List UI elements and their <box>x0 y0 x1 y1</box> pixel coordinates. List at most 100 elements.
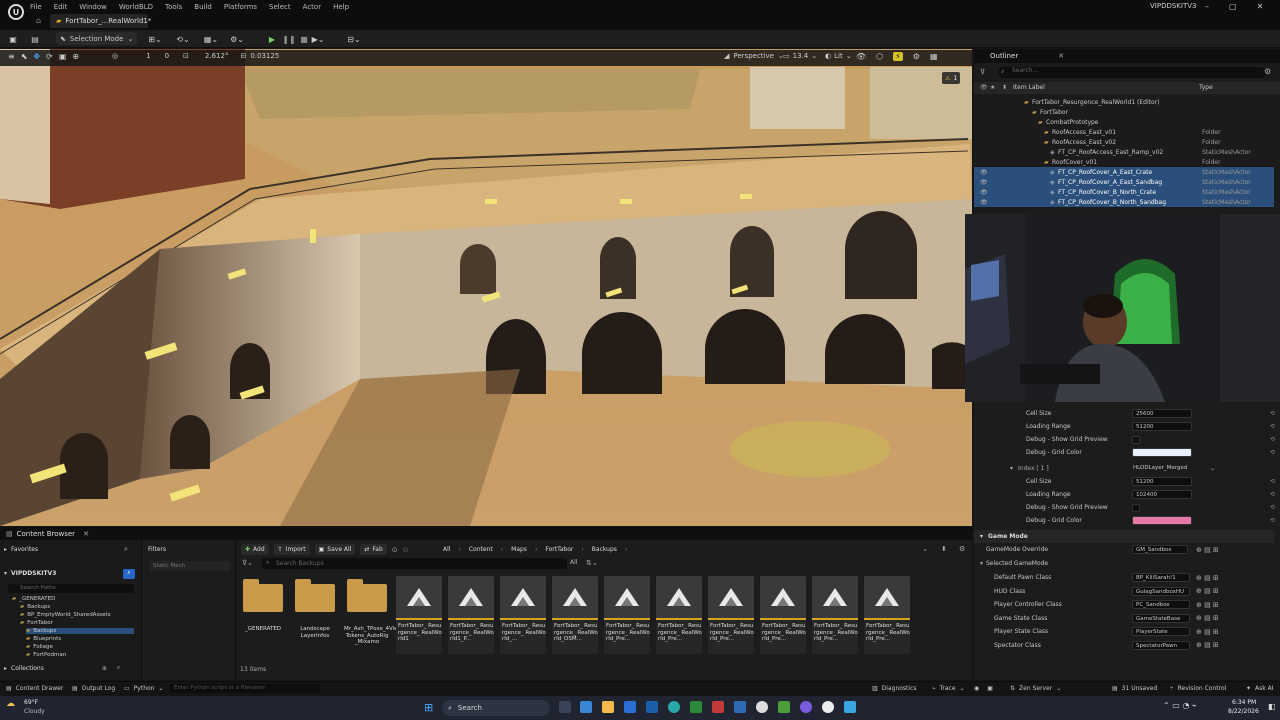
build-icon[interactable]: ⚙⌄ <box>228 32 246 46</box>
level-asset-tile[interactable]: FortTabor_ Resurgence_ RealWorld_Pre... <box>708 576 754 654</box>
blueprint-icon[interactable]: ⟲⌄ <box>174 32 192 46</box>
filter-icon[interactable]: ⊽⌄ <box>242 559 253 567</box>
level-asset-tile[interactable]: FortTabor_ Resurgence_ RealWorld1_P... <box>448 576 494 654</box>
add-collection-icon[interactable]: ⊕ <box>102 665 107 672</box>
class-value[interactable]: PC_Sandbox <box>1132 600 1190 609</box>
content-browser-tab[interactable]: ▤ Content Browser ✕ <box>0 527 972 540</box>
search-icon[interactable]: ⌕ <box>123 569 135 579</box>
grid-snap-value[interactable]: 1 <box>146 52 150 60</box>
class-value[interactable]: BP_KillSarah!1 <box>1132 573 1190 582</box>
menu-platforms[interactable]: Platforms <box>224 3 257 11</box>
settings-icon[interactable]: ⚙ <box>1264 67 1271 76</box>
breadcrumb-item[interactable]: FortTabor <box>545 546 573 553</box>
calculator-icon[interactable] <box>844 701 856 713</box>
file-explorer-icon[interactable] <box>602 701 614 713</box>
weather-icon[interactable]: ☁ <box>6 699 15 709</box>
browse-icon[interactable]: ⊕ ▤ ⊞ <box>1196 546 1219 554</box>
lock-icon[interactable]: ⬍ <box>1002 84 1007 91</box>
xbox-icon[interactable] <box>690 701 702 713</box>
class-value[interactable]: GameStateBase <box>1132 613 1190 623</box>
menu-file[interactable]: File <box>30 3 42 11</box>
scale-snap-icon[interactable]: ⊡ <box>183 52 189 60</box>
copilot-icon[interactable] <box>580 701 592 713</box>
history-back-icon[interactable]: ⊙ <box>392 546 398 554</box>
settings-icon[interactable]: ⚙ <box>959 545 965 553</box>
search-scope[interactable]: All <box>570 559 577 566</box>
lit-dropdown[interactable]: ◐ Lit ⌄ <box>825 52 852 60</box>
menu-window[interactable]: Window <box>79 3 107 11</box>
python-dropdown[interactable]: ▭ Python ⌄ <box>124 685 164 692</box>
play-options-icon[interactable]: ▶⌄ <box>311 32 325 46</box>
property-value[interactable]: 51200 <box>1132 477 1192 486</box>
folder-tree-item[interactable]: ▰ Backups <box>26 628 134 634</box>
level-asset-tile[interactable]: FortTabor_ Resurgence_ RealWorld_Pre... <box>864 576 910 654</box>
outliner-row[interactable]: ▰ FortTabor_Resurgence_RealWorld1 (Editor… <box>974 97 1274 107</box>
col-type[interactable]: Type <box>1199 84 1213 91</box>
folder-tree-item[interactable]: ▰ FortTabor <box>20 620 53 626</box>
grid-color-swatch[interactable] <box>1132 516 1192 525</box>
fab-button[interactable]: ⇄ Fab <box>360 544 387 555</box>
selection-mode-dropdown[interactable]: ⬉ Selection Mode ⌄ <box>56 32 138 45</box>
platforms-icon[interactable]: ⊟⌄ <box>346 32 362 46</box>
cinematics-icon[interactable]: ▦⌄ <box>202 32 220 46</box>
realtime-icon[interactable]: ⬡ <box>876 52 883 61</box>
search-paths-input[interactable]: Search Paths <box>8 584 134 593</box>
visibility-icon[interactable]: 👁 <box>980 84 988 91</box>
breadcrumb-item[interactable]: Backups <box>592 546 617 553</box>
office-icon[interactable] <box>712 701 724 713</box>
history-forward-icon[interactable]: ⊙ <box>403 546 409 554</box>
edge-icon[interactable] <box>668 701 680 713</box>
reset-icon[interactable]: ⟲ <box>1270 504 1275 511</box>
folder-tile[interactable]: Mr_Ash_TPose_4View_2K_Skin Tokens_AutoRi… <box>344 576 426 654</box>
property-value[interactable]: 51200 <box>1132 422 1192 431</box>
import-button[interactable]: ⇪ Import <box>273 544 310 555</box>
reset-icon[interactable]: ⟲ <box>1270 423 1275 430</box>
reset-icon[interactable]: ⟲ <box>1270 478 1275 485</box>
translate-icon[interactable]: ✥ <box>33 52 40 61</box>
mail-icon[interactable] <box>624 701 636 713</box>
project-root[interactable]: ▾ VIPDDSKITV3 <box>4 570 56 577</box>
browse-icon[interactable]: ▤ <box>30 32 40 46</box>
level-asset-tile[interactable]: FortTabor_ Resurgence_ RealWorld_OSM... <box>552 576 598 654</box>
ask-ai-button[interactable]: ✦ Ask AI <box>1246 685 1274 692</box>
menu-build[interactable]: Build <box>194 3 212 11</box>
grid-color-swatch[interactable] <box>1132 448 1192 457</box>
trace-button[interactable]: ⌁ Trace ⌄ <box>932 685 965 692</box>
gamemode-override-value[interactable]: GM_Sandbox <box>1132 545 1188 554</box>
visibility-icon[interactable]: 👁 <box>980 169 988 176</box>
search-icon[interactable]: ⌕ <box>124 545 128 554</box>
outliner-row[interactable]: ◈ FT_CP_RoofAccess_East_Ramp_v02 StaticMes… <box>974 147 1274 157</box>
notepad-icon[interactable] <box>778 701 790 713</box>
diagnostics-button[interactable]: ▥ Diagnostics <box>872 685 917 692</box>
level-asset-tile[interactable]: FortTabor_ Resurgence_ RealWorld_Pre... <box>656 576 702 654</box>
select-icon[interactable]: ⬉ <box>21 52 28 61</box>
play-icon[interactable]: ▶ <box>266 32 278 46</box>
world-icon[interactable]: ⊕ <box>72 52 79 61</box>
notification-icon[interactable]: ◧ <box>1268 702 1276 711</box>
save-icon[interactable]: ▣ <box>8 32 18 46</box>
save-all-button[interactable]: ▣ Save All <box>314 544 356 555</box>
class-actions-icon[interactable]: ⊕ ▤ ⊞ <box>1196 614 1219 622</box>
warnings-badge[interactable]: ⚠ 1 <box>942 72 961 84</box>
camera-icon[interactable]: ▣ <box>987 685 993 692</box>
camera-speed-icon[interactable]: ⊟ <box>240 52 246 60</box>
favorites-header[interactable]: ▸ Favorites <box>4 546 38 553</box>
zen-server-button[interactable]: ⇅ Zen Server ⌄ <box>1010 685 1061 692</box>
folder-tree-item[interactable]: ▰ Foliage <box>26 644 53 650</box>
menu-help[interactable]: Help <box>333 3 349 11</box>
property-value[interactable]: 102400 <box>1132 490 1192 499</box>
menu-select[interactable]: Select <box>269 3 291 11</box>
steam-icon[interactable] <box>646 701 658 713</box>
reset-icon[interactable]: ⟲ <box>1270 449 1275 456</box>
store-icon[interactable] <box>734 701 746 713</box>
index-value[interactable]: HLODLayer_Merged <box>1130 464 1192 473</box>
grid-preview-checkbox[interactable] <box>1132 503 1140 512</box>
search-icon[interactable]: ⌕ <box>117 664 120 672</box>
reset-icon[interactable]: ⟲ <box>1270 517 1275 524</box>
level-asset-tile[interactable]: FortTabor_ Resurgence_ RealWorld_Pre... <box>604 576 650 654</box>
add-actor-icon[interactable]: ⊞⌄ <box>146 32 164 46</box>
class-actions-icon[interactable]: ⊕ ▤ ⊞ <box>1196 587 1219 595</box>
chatgpt-icon[interactable] <box>756 701 768 713</box>
close-icon[interactable]: ✕ <box>83 530 89 538</box>
settings-icon[interactable]: ⚙ <box>913 52 920 61</box>
